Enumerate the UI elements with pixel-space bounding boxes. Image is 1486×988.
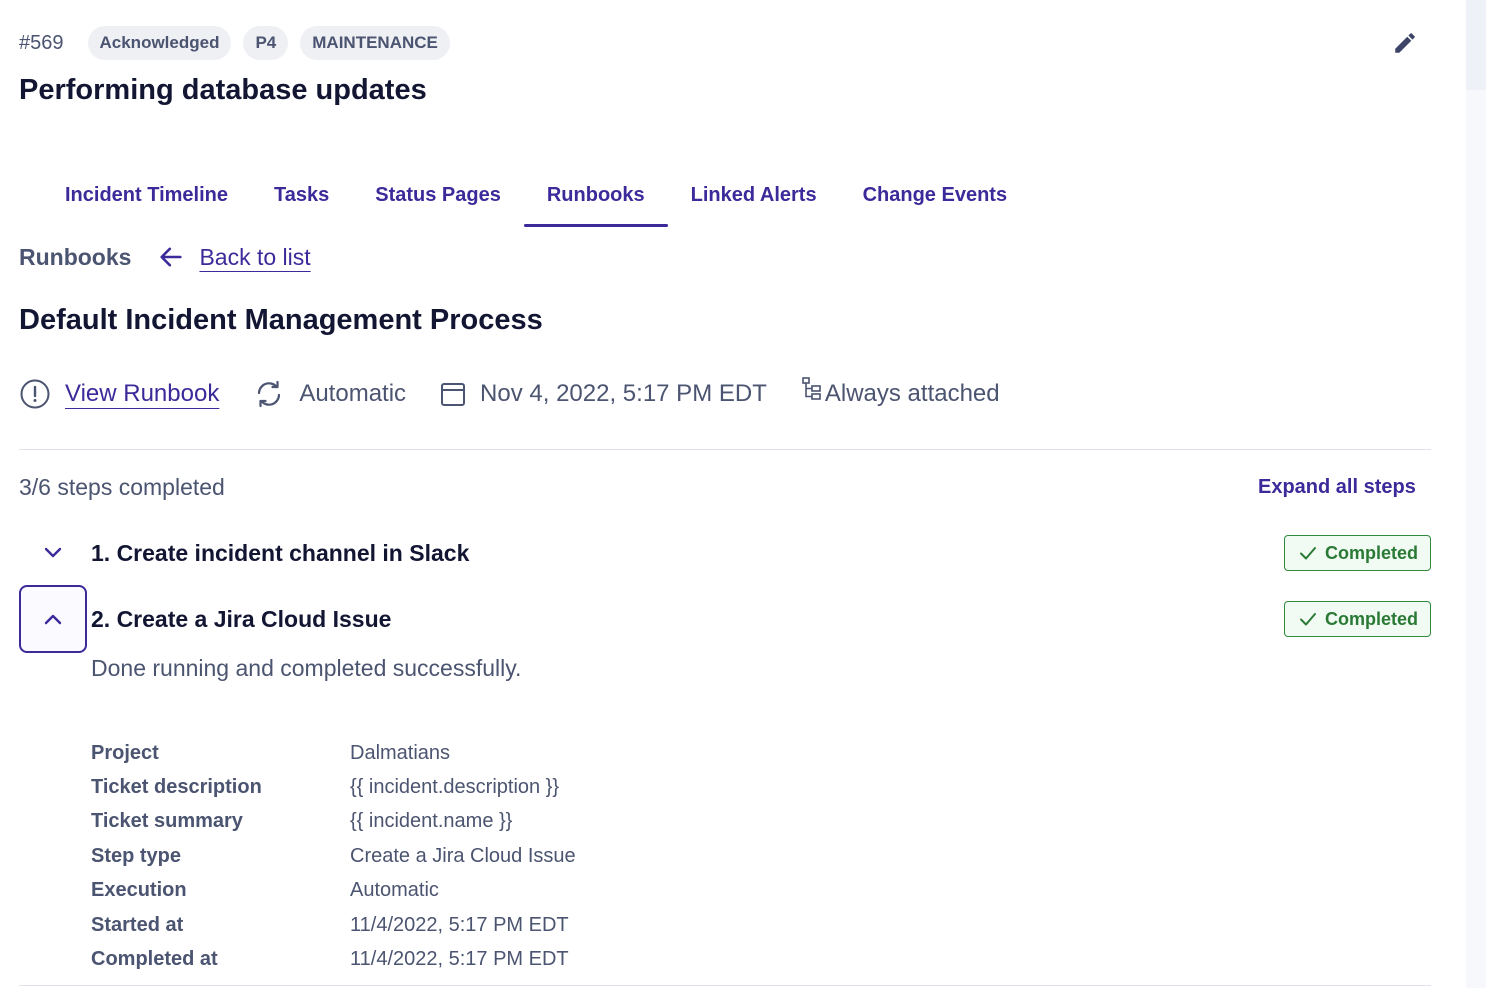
step-toggle-button[interactable]	[19, 585, 87, 653]
detail-key: Step type	[91, 844, 182, 867]
detail-key: Completed at	[91, 948, 218, 971]
detail-key: Started at	[91, 913, 184, 936]
sync-icon	[258, 380, 281, 408]
step-toggle-button[interactable]	[19, 519, 87, 587]
step-row[interactable]: 2. Create a Jira Cloud Issue Completed	[19, 585, 1431, 653]
steps-progress: 3/6 steps completed	[19, 474, 225, 500]
step-name: 1. Create incident channel in Slack	[91, 539, 470, 566]
step-name: 2. Create a Jira Cloud Issue	[91, 605, 392, 632]
tab-linked-alerts[interactable]: Linked Alerts	[668, 170, 840, 227]
incident-header: #569 Acknowledged P4 MAINTENANCE	[19, 26, 462, 60]
date-text: Nov 4, 2022, 5:17 PM EDT	[480, 380, 767, 407]
calendar-icon	[441, 383, 466, 406]
tab-bar: Incident Timeline Tasks Status Pages Run…	[42, 170, 1030, 227]
detail-row: Started at 11/4/2022, 5:17 PM EDT	[91, 908, 576, 942]
detail-value: {{ incident.name }}	[350, 810, 513, 833]
step-row[interactable]: 1. Create incident channel in Slack Comp…	[19, 519, 1431, 587]
chevron-up-icon	[44, 614, 62, 625]
runbook-meta: View Runbook Automatic Nov 4, 2022, 5:17…	[19, 377, 1034, 410]
date-item: Nov 4, 2022, 5:17 PM EDT	[440, 380, 767, 408]
detail-key: Ticket summary	[91, 810, 243, 833]
incident-title: Performing database updates	[19, 74, 427, 106]
tab-runbooks[interactable]: Runbooks	[523, 170, 668, 227]
detail-row: Ticket summary {{ incident.name }}	[91, 805, 576, 839]
type-badge: MAINTENANCE	[300, 26, 450, 60]
trigger-item: Automatic	[253, 378, 406, 410]
detail-row: Ticket description {{ incident.descripti…	[91, 770, 576, 804]
tab-change-events[interactable]: Change Events	[840, 170, 1030, 227]
detail-key: Project	[91, 741, 159, 764]
back-to-list-link[interactable]: Back to list	[199, 244, 310, 271]
breadcrumb: Runbooks Back to list	[19, 243, 311, 271]
detail-value: {{ incident.description }}	[350, 776, 560, 799]
detail-row: Completed at 11/4/2022, 5:17 PM EDT	[91, 942, 576, 976]
step-description: Done running and completed successfully.	[91, 655, 522, 681]
trigger-text: Automatic	[299, 380, 407, 407]
divider	[19, 449, 1431, 450]
hierarchy-icon	[802, 377, 821, 400]
attachment-item: Always attached	[801, 377, 1000, 408]
arrow-left-icon[interactable]	[157, 243, 185, 271]
attachment-text: Always attached	[824, 380, 1000, 407]
scrollbar-thumb[interactable]	[1466, 0, 1486, 90]
check-icon	[1299, 547, 1316, 560]
chevron-down-icon	[44, 547, 62, 558]
tab-incident-timeline[interactable]: Incident Timeline	[42, 170, 251, 227]
tab-tasks[interactable]: Tasks	[251, 170, 352, 227]
pencil-icon	[1395, 33, 1415, 53]
detail-key: Execution	[91, 879, 187, 902]
runbook-title: Default Incident Management Process	[19, 304, 543, 336]
edit-button[interactable]	[1392, 30, 1418, 56]
detail-row: Project Dalmatians	[91, 736, 576, 770]
detail-value: 11/4/2022, 5:17 PM EDT	[350, 948, 569, 971]
tab-status-pages[interactable]: Status Pages	[352, 170, 524, 227]
expand-all-button[interactable]: Expand all steps	[1258, 476, 1416, 499]
view-runbook-link[interactable]: View Runbook	[65, 380, 219, 408]
divider	[19, 985, 1431, 986]
status-badge: Acknowledged	[87, 26, 232, 60]
completed-status-badge: Completed	[1283, 601, 1431, 637]
check-icon	[1299, 613, 1316, 626]
step-details: Project Dalmatians Ticket description {{…	[91, 736, 576, 977]
detail-value: Create a Jira Cloud Issue	[350, 844, 576, 867]
priority-badge: P4	[243, 26, 289, 60]
completed-status-badge: Completed	[1283, 535, 1431, 571]
detail-key: Ticket description	[91, 776, 262, 799]
status-label: Completed	[1324, 542, 1418, 563]
breadcrumb-label: Runbooks	[19, 243, 132, 270]
detail-value: 11/4/2022, 5:17 PM EDT	[350, 913, 569, 936]
incident-id: #569	[19, 31, 64, 54]
detail-row: Execution Automatic	[91, 874, 576, 908]
view-runbook-item: View Runbook	[19, 378, 219, 410]
status-label: Completed	[1324, 608, 1418, 629]
detail-row: Step type Create a Jira Cloud Issue	[91, 839, 576, 873]
detail-value: Dalmatians	[350, 741, 451, 764]
scrollbar-track[interactable]	[1466, 0, 1486, 988]
info-circle-icon	[20, 379, 50, 409]
detail-value: Automatic	[350, 879, 439, 902]
